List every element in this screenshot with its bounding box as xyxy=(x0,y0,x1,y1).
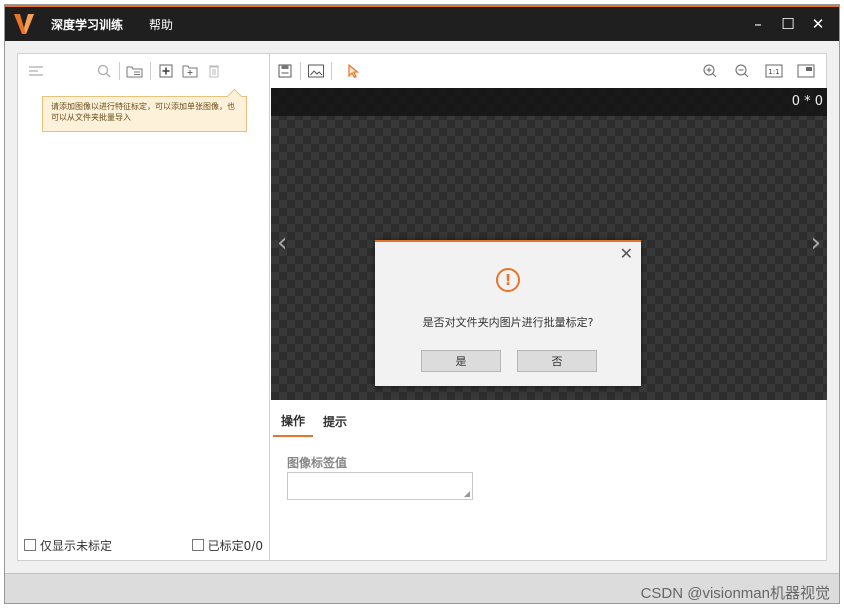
image-label-value-input[interactable] xyxy=(287,472,473,500)
delete-icon[interactable] xyxy=(202,59,226,83)
image-list-toolbar xyxy=(18,54,269,88)
minimize-button[interactable]: – xyxy=(743,9,773,39)
image-canvas[interactable]: 0 * 0 ‹ › ✕ ! 是否对文件夹内图片进行批量标定? 是 否 xyxy=(271,88,827,400)
filter-icon[interactable] xyxy=(24,59,48,83)
add-image-icon[interactable] xyxy=(154,59,178,83)
tab-operation[interactable]: 操作 xyxy=(273,406,314,437)
checkbox-box[interactable] xyxy=(191,539,204,551)
warning-icon: ! xyxy=(496,268,520,292)
window-controls: – ☐ ✕ xyxy=(743,7,833,41)
labeled-count-checkbox[interactable]: 已标定0/0 xyxy=(191,537,263,554)
app-window: 深度学习训练 帮助 – ☐ ✕ 请添加图像以进行特征标定，可以添加单张图像，也可… xyxy=(4,4,840,604)
image-list-footer: 仅显示未标定 已标定0/0 xyxy=(18,530,269,560)
title-bar: 深度学习训练 帮助 – ☐ ✕ xyxy=(5,5,839,41)
toolbar-divider xyxy=(331,62,332,80)
fit-window-icon[interactable] xyxy=(794,59,818,83)
canvas-info-bar: 0 * 0 xyxy=(271,88,827,116)
image-list-panel: 请添加图像以进行特征标定，可以添加单张图像，也可以从文件夹批量导入 仅显示未标定… xyxy=(18,54,270,560)
save-icon[interactable] xyxy=(273,59,297,83)
only-unlabeled-label: 仅显示未标定 xyxy=(40,538,113,553)
next-image-icon[interactable]: › xyxy=(811,228,821,258)
actual-size-icon[interactable]: 1:1 xyxy=(762,59,786,83)
image-view-toolbar: 1:1 xyxy=(271,54,826,88)
prev-image-icon[interactable]: ‹ xyxy=(277,228,287,258)
image-size-readout: 0 * 0 xyxy=(791,94,823,109)
add-image-tooltip: 请添加图像以进行特征标定，可以添加单张图像，也可以从文件夹批量导入 xyxy=(42,96,247,132)
watermark: CSDN @visionman机器视觉 xyxy=(640,585,830,602)
menu-help[interactable]: 帮助 xyxy=(149,16,173,33)
image-view-panel: 1:1 0 * 0 ‹ › ✕ ! 是否对文件夹内图片进行批量标定? 是 否 操… xyxy=(271,54,827,560)
property-tabs: 操作 提示 xyxy=(271,406,355,437)
toolbar-divider xyxy=(119,62,120,80)
batch-label-dialog: ✕ ! 是否对文件夹内图片进行批量标定? 是 否 xyxy=(375,240,641,386)
maximize-button[interactable]: ☐ xyxy=(773,9,803,39)
menu-deep-learning[interactable]: 深度学习训练 xyxy=(51,16,123,33)
close-button[interactable]: ✕ xyxy=(803,9,833,39)
checkbox-box[interactable] xyxy=(24,539,36,551)
resize-grip-icon[interactable] xyxy=(464,491,470,497)
toolbar-divider xyxy=(300,62,301,80)
zoom-out-icon[interactable] xyxy=(730,59,754,83)
dialog-close-icon[interactable]: ✕ xyxy=(620,244,633,263)
main-area: 请添加图像以进行特征标定，可以添加单张图像，也可以从文件夹批量导入 仅显示未标定… xyxy=(17,53,827,561)
image-label-value-label: 图像标签值 xyxy=(287,456,348,470)
app-logo-icon xyxy=(11,11,37,37)
svg-text:1:1: 1:1 xyxy=(768,68,779,76)
no-button[interactable]: 否 xyxy=(517,350,597,372)
search-icon[interactable] xyxy=(92,59,116,83)
yes-button[interactable]: 是 xyxy=(421,350,501,372)
zoom-in-icon[interactable] xyxy=(698,59,722,83)
labeled-count-label: 已标定0/0 xyxy=(207,538,263,553)
tab-tips[interactable]: 提示 xyxy=(315,407,355,436)
image-settings-icon[interactable] xyxy=(304,59,328,83)
add-folder-icon[interactable] xyxy=(178,59,202,83)
pointer-tool-icon[interactable] xyxy=(341,59,365,83)
folder-import-icon[interactable] xyxy=(123,59,147,83)
dialog-message: 是否对文件夹内图片进行批量标定? xyxy=(422,316,594,329)
toolbar-divider xyxy=(150,62,151,80)
only-unlabeled-checkbox[interactable]: 仅显示未标定 xyxy=(24,537,112,554)
